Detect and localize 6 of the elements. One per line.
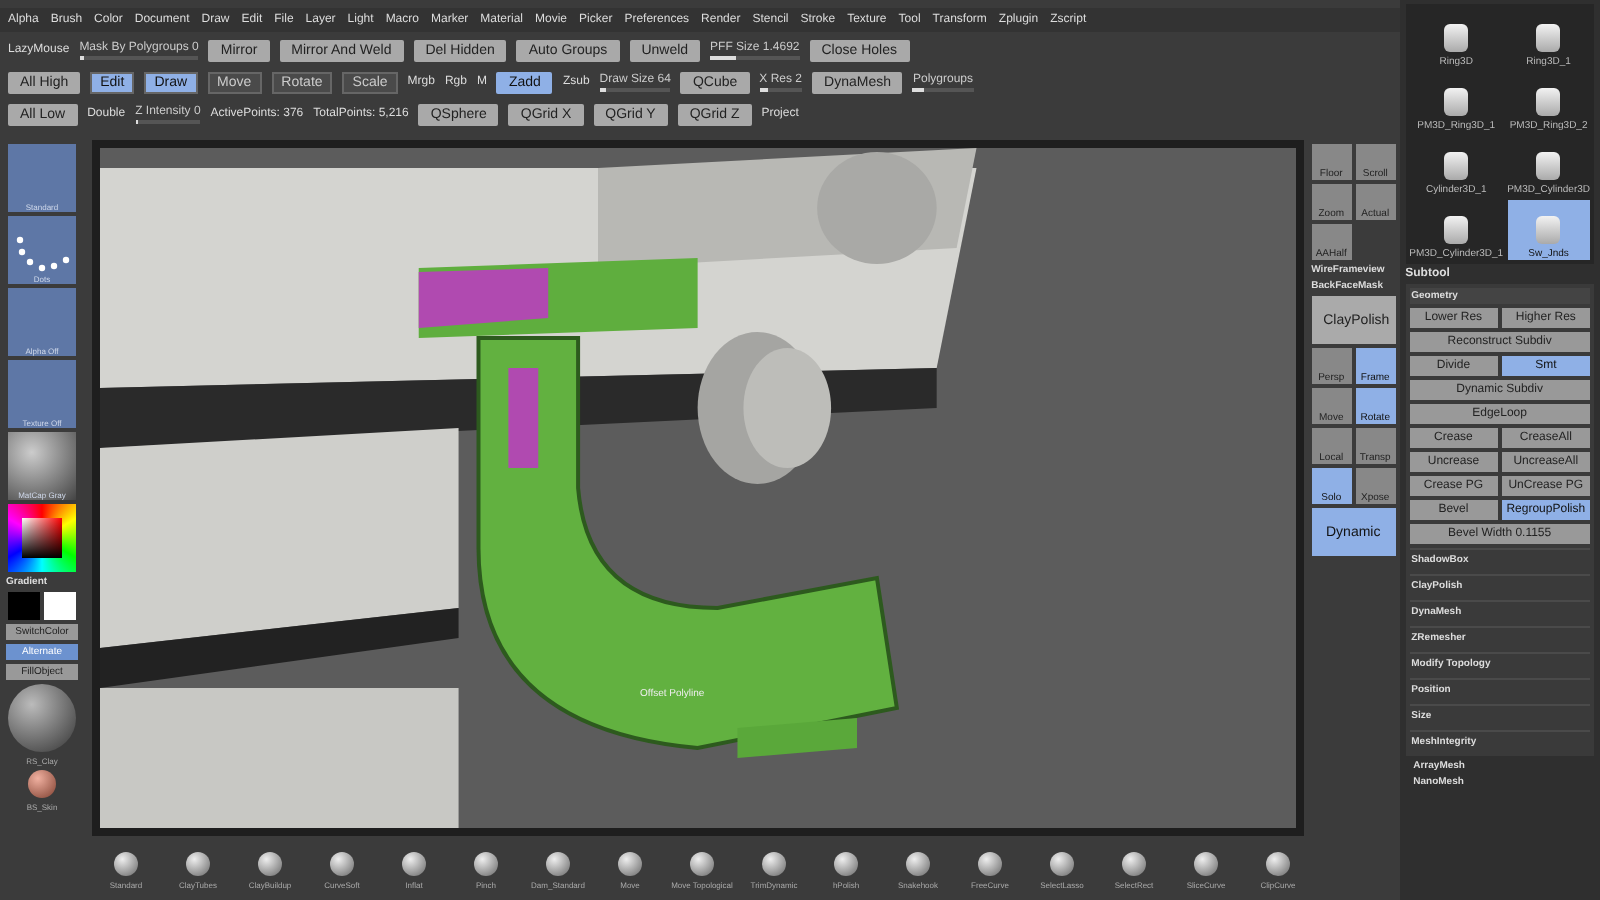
color-picker[interactable]: [8, 504, 76, 572]
secondary-color-swatch[interactable]: [44, 592, 76, 620]
material-ball[interactable]: [28, 770, 56, 798]
dots-icon: [12, 234, 72, 274]
main-color-swatch[interactable]: [8, 592, 40, 620]
material-sphere[interactable]: [8, 684, 76, 752]
